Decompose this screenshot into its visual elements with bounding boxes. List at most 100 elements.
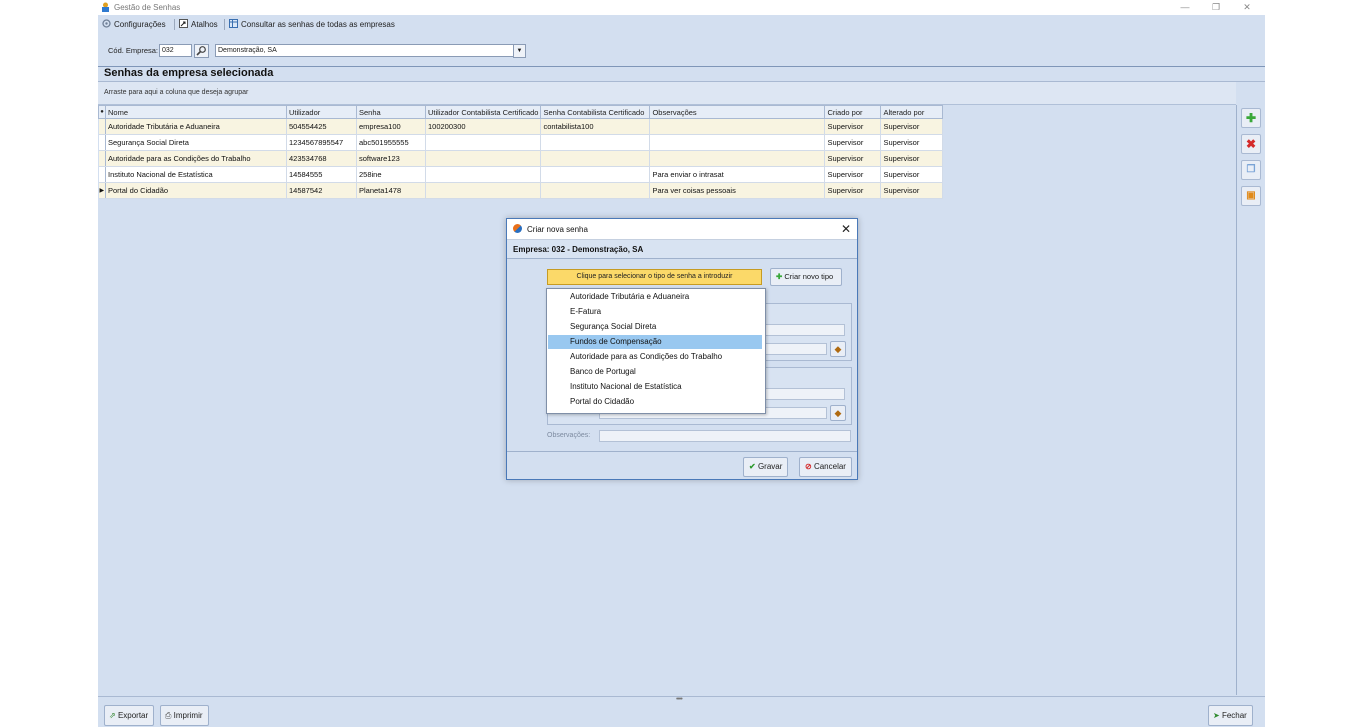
- cell-utilizador-cc[interactable]: [425, 134, 542, 151]
- cell-nome[interactable]: Segurança Social Direta: [105, 134, 287, 151]
- column-header[interactable]: Criado por: [824, 105, 882, 119]
- dropdown-option[interactable]: Autoridade para as Condições do Trabalho: [548, 350, 762, 364]
- cell-utilizador-cc[interactable]: [425, 182, 542, 199]
- cell-criado-por[interactable]: Supervisor: [824, 118, 882, 135]
- cell-nome[interactable]: Autoridade para as Condições do Trabalho: [105, 150, 287, 167]
- column-header[interactable]: Utilizador Contabilista Certificado: [424, 105, 542, 119]
- key-icon: ◆: [834, 344, 842, 354]
- empresa-label: Cód. Empresa:: [108, 46, 159, 55]
- cell-senha-cc[interactable]: [540, 166, 651, 183]
- save-button[interactable]: ✔ Gravar: [743, 457, 789, 477]
- dialog-title: Criar nova senha: [527, 225, 588, 234]
- cell-criado-por[interactable]: Supervisor: [824, 182, 882, 199]
- cancel-button[interactable]: ⊘ Cancelar: [799, 457, 852, 477]
- dropdown-option[interactable]: E-Fatura: [548, 305, 762, 319]
- search-icon: [196, 46, 206, 56]
- empresa-name-select[interactable]: Demonstração, SA: [215, 44, 514, 57]
- menu-label: Consultar as senhas de todas as empresas: [241, 20, 395, 29]
- cell-senha-cc[interactable]: [540, 182, 651, 199]
- splitter-grip[interactable]: ••••: [676, 696, 688, 703]
- column-header[interactable]: Utilizador: [286, 105, 357, 119]
- dropdown-option[interactable]: Instituto Nacional de Estatística: [548, 380, 762, 394]
- cell-observacoes[interactable]: [649, 150, 826, 167]
- dialog-close-icon[interactable]: ✕: [841, 222, 851, 236]
- cell-utilizador[interactable]: 423534768: [286, 150, 357, 167]
- cell-observacoes[interactable]: Para ver coisas pessoais: [649, 182, 826, 199]
- cell-alterado-por[interactable]: Supervisor: [880, 134, 944, 151]
- new-type-label: Criar novo tipo: [784, 272, 834, 281]
- cell-senha[interactable]: abc501955555: [356, 134, 426, 151]
- cell-senha[interactable]: Planeta1478: [356, 182, 426, 199]
- cell-senha[interactable]: 258ine: [356, 166, 426, 183]
- table-row[interactable]: Autoridade para as Condições do Trabalho…: [98, 150, 944, 167]
- cell-observacoes[interactable]: [649, 134, 826, 151]
- generate-password-button[interactable]: ◆: [830, 341, 846, 357]
- cell-criado-por[interactable]: Supervisor: [824, 166, 882, 183]
- print-button[interactable]: ⎙ Imprimir: [160, 705, 209, 726]
- cell-nome[interactable]: Instituto Nacional de Estatística: [105, 166, 287, 183]
- delete-button[interactable]: ✖: [1241, 134, 1261, 154]
- close-window-button[interactable]: ✕: [1232, 0, 1262, 15]
- cell-alterado-por[interactable]: Supervisor: [880, 166, 944, 183]
- observacoes-field[interactable]: [599, 430, 851, 442]
- column-header[interactable]: Observações: [649, 105, 826, 119]
- cell-utilizador[interactable]: 14587542: [286, 182, 357, 199]
- dropdown-option-selected[interactable]: Fundos de Compensação: [548, 335, 762, 349]
- menu-bar: Configurações Atalhos Consultar as senha…: [98, 16, 1265, 33]
- add-button[interactable]: ✚: [1241, 108, 1261, 128]
- column-header[interactable]: Nome: [105, 105, 287, 119]
- cell-senha[interactable]: software123: [356, 150, 426, 167]
- cell-alterado-por[interactable]: Supervisor: [880, 150, 944, 167]
- restore-button[interactable]: ❐: [1201, 0, 1231, 15]
- cell-alterado-por[interactable]: Supervisor: [880, 182, 944, 199]
- column-header[interactable]: Alterado por: [880, 105, 944, 119]
- row-indicator-header: ●: [98, 105, 106, 119]
- cell-observacoes[interactable]: [649, 118, 826, 135]
- menu-separator: [224, 19, 225, 30]
- cell-senha-cc[interactable]: contabilista100: [540, 118, 651, 135]
- dropdown-option[interactable]: Autoridade Tributária e Aduaneira: [548, 290, 762, 304]
- column-header[interactable]: Senha Contabilista Certificado: [540, 105, 651, 119]
- cell-nome[interactable]: Portal do Cidadão: [105, 182, 287, 199]
- cell-utilizador-cc[interactable]: 100200300: [425, 118, 542, 135]
- section-title: Senhas da empresa selecionada: [98, 66, 1265, 82]
- group-by-area[interactable]: Arraste para aqui a coluna que deseja ag…: [98, 82, 1236, 105]
- cell-alterado-por[interactable]: Supervisor: [880, 118, 944, 135]
- table-row[interactable]: Segurança Social Direta 1234567895547 ab…: [98, 134, 944, 151]
- cell-utilizador[interactable]: 504554425: [286, 118, 357, 135]
- menu-atalhos[interactable]: Atalhos: [179, 18, 218, 31]
- generate-accountant-password-button[interactable]: ◆: [830, 405, 846, 421]
- cell-criado-por[interactable]: Supervisor: [824, 150, 882, 167]
- search-button[interactable]: [194, 44, 209, 58]
- menu-consultar[interactable]: Consultar as senhas de todas as empresas: [229, 18, 395, 31]
- cell-criado-por[interactable]: Supervisor: [824, 134, 882, 151]
- new-type-button[interactable]: ✚ Criar novo tipo: [770, 268, 842, 286]
- close-button[interactable]: ➤ Fechar: [1208, 705, 1253, 726]
- copy-button[interactable]: ❐: [1241, 160, 1261, 180]
- cell-utilizador-cc[interactable]: [425, 166, 542, 183]
- bottom-toolbar: •••• ⇗ Exportar ⎙ Imprimir ➤ Fechar: [98, 696, 1265, 727]
- dropdown-option[interactable]: Banco de Portugal: [548, 365, 762, 379]
- table-row[interactable]: Autoridade Tributária e Aduaneira 504554…: [98, 118, 944, 135]
- menu-configuracoes[interactable]: Configurações: [102, 18, 166, 31]
- password-type-combo[interactable]: Clique para selecionar o tipo de senha a…: [547, 269, 762, 285]
- cell-senha[interactable]: empresa100: [356, 118, 426, 135]
- print-icon: ⎙: [165, 711, 174, 720]
- history-button[interactable]: ▣: [1241, 186, 1261, 206]
- cell-observacoes[interactable]: Para enviar o intrasat: [649, 166, 826, 183]
- cell-senha-cc[interactable]: [540, 134, 651, 151]
- export-button[interactable]: ⇗ Exportar: [104, 705, 155, 726]
- table-row[interactable]: Instituto Nacional de Estatística 145845…: [98, 166, 944, 183]
- cell-senha-cc[interactable]: [540, 150, 651, 167]
- minimize-button[interactable]: —: [1170, 0, 1200, 15]
- column-header[interactable]: Senha: [356, 105, 426, 119]
- cell-nome[interactable]: Autoridade Tributária e Aduaneira: [105, 118, 287, 135]
- cell-utilizador[interactable]: 14584555: [286, 166, 357, 183]
- cell-utilizador-cc[interactable]: [425, 150, 542, 167]
- dropdown-option[interactable]: Portal do Cidadão: [548, 395, 762, 409]
- dropdown-option[interactable]: Segurança Social Direta: [548, 320, 762, 334]
- cell-utilizador[interactable]: 1234567895547: [286, 134, 357, 151]
- chevron-down-icon[interactable]: ▼: [513, 44, 526, 58]
- table-row-current[interactable]: ▶ Portal do Cidadão 14587542 Planeta1478…: [98, 182, 944, 199]
- empresa-code-input[interactable]: 032: [159, 44, 192, 57]
